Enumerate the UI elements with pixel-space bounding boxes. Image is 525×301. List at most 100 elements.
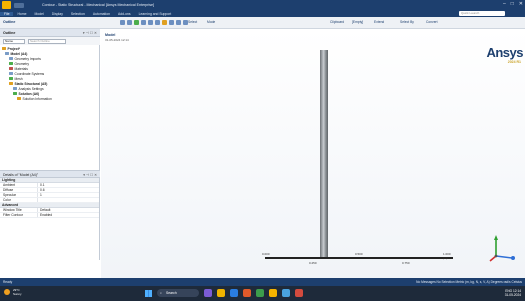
ansys-version: 2024 R1 — [507, 60, 521, 64]
outline-title: Outline — [3, 31, 16, 35]
taskbar-search[interactable]: ⌕ Search — [157, 289, 199, 297]
tab-automation[interactable]: Automation — [89, 12, 114, 16]
windows-start-icon[interactable] — [145, 289, 152, 297]
next-view-icon[interactable] — [169, 20, 174, 25]
scale-label: 0.500 — [355, 252, 363, 256]
tab-learning-support[interactable]: Learning and Support — [135, 12, 176, 16]
geometry-icon — [9, 61, 13, 66]
column-geometry[interactable] — [320, 50, 328, 257]
graphics-viewport[interactable]: Model 31-05-2024 12:14 Ansys 2024 R1 0.0… — [101, 29, 525, 278]
ribbon-tabs: File Home Model Display Selection Automa… — [0, 10, 525, 17]
pan-icon[interactable] — [127, 20, 132, 25]
close-button[interactable]: ✕ — [519, 1, 523, 7]
zoom-icon[interactable] — [120, 20, 125, 25]
graphics-toolbar: Outline Select Mode Clipboard [Empty] Ex… — [0, 17, 525, 29]
details-value[interactable]: Enabled — [38, 213, 52, 217]
details-header: Details of "Model (A4)" ▾ ⊣ ☐ ✕ — [0, 170, 100, 178]
rotate-icon[interactable] — [134, 20, 139, 25]
outline-label: Outline — [3, 20, 16, 24]
details-value[interactable]: Default — [38, 208, 50, 212]
tab-add-ons[interactable]: Add-ons — [114, 12, 135, 16]
details-value[interactable]: 1 — [38, 193, 42, 197]
pin-icon[interactable]: ▾ ⊣ ☐ ✕ — [83, 173, 97, 177]
ansys-taskbar-icon[interactable] — [269, 289, 277, 297]
pin-icon[interactable]: ▾ ⊣ ☐ ✕ — [83, 31, 97, 35]
tree-node-solution-information[interactable]: Solution Information — [0, 96, 99, 101]
details-row[interactable]: Filter Contour Enabled — [0, 213, 99, 218]
chrome-icon[interactable] — [256, 289, 264, 297]
system-tray[interactable]: ENG 12:14 31-05-2024 — [505, 289, 521, 297]
edge-browser-icon[interactable] — [230, 289, 238, 297]
extend-button[interactable]: Extend — [374, 20, 384, 24]
details-key: Filter Contour — [0, 213, 38, 217]
viewport-title: Model — [105, 33, 116, 37]
outline-header: Outline ▾ ⊣ ☐ ✕ — [0, 29, 100, 37]
task-view-icon[interactable] — [204, 289, 212, 297]
outline-filter-select[interactable]: Name — [3, 38, 25, 44]
coordinate-triad-icon[interactable] — [486, 234, 516, 264]
tab-display[interactable]: Display — [48, 12, 67, 16]
tree-node-label: Project* — [7, 46, 20, 51]
materials-icon — [9, 66, 13, 71]
scale-ruler: 0.000 0.500 1.000 (m) 0.250 0.750 — [262, 251, 455, 271]
details-panel: Lighting Ambient 0.1 Diffuse 0.6 Specular 1… — [0, 178, 100, 260]
status-units[interactable]: No Messages No Selection Metric (m, kg, … — [416, 278, 522, 286]
search-icon: ⌕ — [160, 291, 162, 295]
minimize-button[interactable]: – — [503, 1, 506, 7]
tree-node-label: Solution Information — [22, 96, 52, 101]
details-value[interactable]: 0.1 — [38, 183, 45, 187]
store-icon[interactable] — [282, 289, 290, 297]
tree-node-label: Model (A4) — [10, 51, 28, 56]
scale-label: 0.250 — [309, 261, 317, 265]
scale-label: 1.000 (m) — [443, 252, 451, 260]
file-explorer-icon[interactable] — [217, 289, 225, 297]
details-key: Ambient — [0, 183, 38, 187]
details-key: Diffuse — [0, 188, 38, 192]
tray-date[interactable]: 31-05-2024 — [505, 293, 521, 297]
ansys-app-icon[interactable] — [2, 1, 11, 9]
tree-node-label: Solution (A6) — [18, 91, 40, 96]
mesh-icon — [9, 76, 13, 81]
quick-access-toolbar[interactable] — [14, 2, 24, 8]
details-value[interactable] — [38, 198, 40, 202]
select-by-button[interactable]: Select By — [400, 20, 414, 24]
tab-model[interactable]: Model — [31, 12, 48, 16]
weather-widget[interactable]: 29°C Sunny — [4, 288, 22, 296]
media-icon[interactable] — [295, 289, 303, 297]
details-title: Details of "Model (A4)" — [3, 173, 39, 177]
mode-button[interactable]: Mode — [207, 20, 215, 24]
status-ready: Ready — [3, 280, 13, 284]
outline-filter-bar: Name Search Outline — [0, 37, 100, 45]
outline-search-input[interactable]: Search Outline — [28, 38, 66, 44]
window-title: Contour - Static Structural - Mechanical… — [42, 3, 155, 7]
empty-button[interactable]: [Empty] — [352, 20, 363, 24]
static-structural-icon — [9, 81, 13, 86]
iso-view-icon[interactable] — [176, 20, 181, 25]
tab-home[interactable]: Home — [13, 12, 30, 16]
maximize-button[interactable]: □ — [511, 1, 514, 7]
details-key: Window Title — [0, 208, 38, 212]
tree-node-label: Static Structural (A5) — [14, 81, 48, 86]
solution-information-icon — [17, 96, 21, 101]
model-icon — [5, 51, 9, 56]
taskbar: 29°C Sunny ⌕ Search ENG 12:14 31-05-2024 — [0, 286, 525, 301]
magnifier-icon[interactable] — [155, 20, 160, 25]
quick-launch-search[interactable]: Quick Launch — [459, 11, 505, 16]
tab-file[interactable]: File — [0, 11, 14, 16]
view-tool-buttons — [120, 20, 188, 25]
box-zoom-icon[interactable] — [148, 20, 153, 25]
previous-view-icon[interactable] — [162, 20, 167, 25]
select-button[interactable]: Select — [188, 20, 197, 24]
details-value[interactable]: 0.6 — [38, 188, 45, 192]
tab-selection[interactable]: Selection — [67, 12, 89, 16]
analysis-settings-icon — [13, 86, 17, 91]
scale-label: 0.750 — [402, 261, 410, 265]
convert-button[interactable]: Convert — [426, 20, 438, 24]
tree-node-label: Coordinate Systems — [14, 71, 45, 76]
sun-icon — [4, 289, 10, 295]
zoom-fit-icon[interactable] — [141, 20, 146, 25]
office-icon[interactable] — [243, 289, 251, 297]
clipboard-button[interactable]: Clipboard — [330, 20, 344, 24]
tree-node-label: Analysis Settings — [18, 86, 44, 91]
weather-condition: Sunny — [13, 292, 22, 296]
